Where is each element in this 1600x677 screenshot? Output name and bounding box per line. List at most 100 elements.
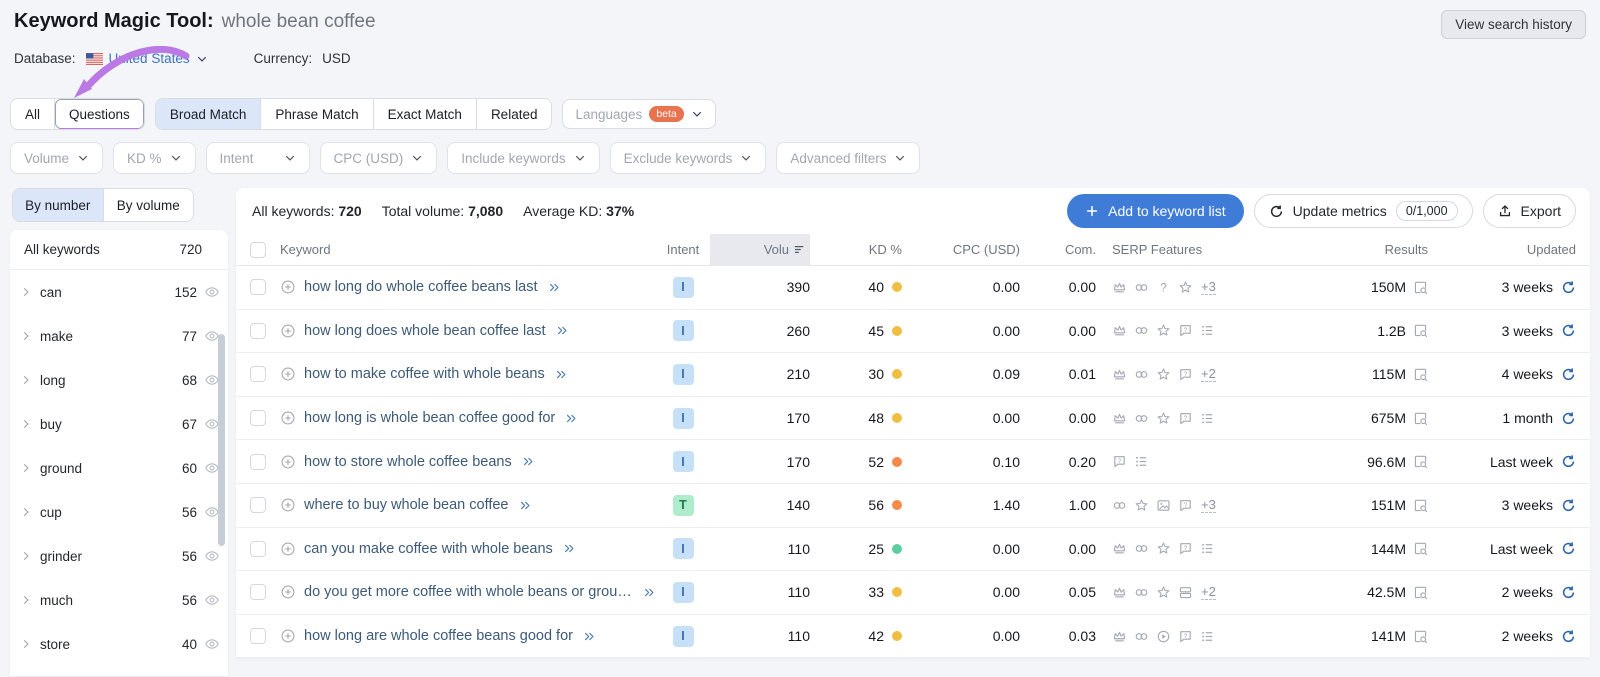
keyword-link[interactable]: how to make coffee with whole beans [304, 366, 545, 382]
chevron-right-icon[interactable] [20, 418, 32, 430]
tab-questions[interactable]: Questions [55, 99, 144, 129]
row-checkbox[interactable] [250, 628, 266, 644]
chevron-right-icon[interactable] [20, 330, 32, 342]
refresh-icon[interactable] [1561, 629, 1576, 644]
filter-include-keywords[interactable]: Include keywords [447, 142, 599, 174]
keyword-link[interactable]: where to buy whole bean coffee [304, 497, 509, 513]
row-checkbox[interactable] [250, 410, 266, 426]
double-arrow-icon[interactable] [643, 586, 656, 599]
keyword-group-item[interactable]: cup56 [10, 490, 228, 534]
row-checkbox[interactable] [250, 323, 266, 339]
keyword-link[interactable]: how long is whole bean coffee good for [304, 410, 555, 426]
plus-circle-icon[interactable] [280, 410, 296, 426]
row-checkbox[interactable] [250, 454, 266, 470]
serp-window-icon[interactable] [1413, 541, 1428, 556]
filter-kd-[interactable]: KD % [113, 142, 196, 174]
serp-window-icon[interactable] [1413, 585, 1428, 600]
tab-broad-match[interactable]: Broad Match [156, 99, 262, 129]
plus-circle-icon[interactable] [280, 497, 296, 513]
plus-circle-icon[interactable] [280, 279, 296, 295]
chevron-right-icon[interactable] [20, 374, 32, 386]
row-checkbox[interactable] [250, 497, 266, 513]
keyword-link[interactable]: can you make coffee with whole beans [304, 541, 553, 557]
plus-circle-icon[interactable] [280, 454, 296, 470]
chevron-right-icon[interactable] [20, 462, 32, 474]
chevron-right-icon[interactable] [20, 594, 32, 606]
tab-phrase-match[interactable]: Phrase Match [261, 99, 373, 129]
plus-circle-icon[interactable] [280, 366, 296, 382]
serp-window-icon[interactable] [1413, 280, 1428, 295]
filter-cpc-usd-[interactable]: CPC (USD) [320, 142, 438, 174]
eye-icon[interactable] [204, 636, 220, 652]
row-checkbox[interactable] [250, 584, 266, 600]
sort-toggle-by-number[interactable]: By number [13, 189, 103, 221]
serp-window-icon[interactable] [1413, 454, 1428, 469]
keyword-group-item[interactable]: can152 [10, 270, 228, 314]
refresh-icon[interactable] [1561, 280, 1576, 295]
serp-window-icon[interactable] [1413, 367, 1428, 382]
sort-toggle-by-volume[interactable]: By volume [103, 189, 194, 221]
select-all-checkbox[interactable] [250, 242, 266, 258]
chevron-right-icon[interactable] [20, 286, 32, 298]
refresh-icon[interactable] [1561, 498, 1576, 513]
double-arrow-icon[interactable] [519, 499, 532, 512]
double-arrow-icon[interactable] [548, 281, 561, 294]
refresh-icon[interactable] [1561, 541, 1576, 556]
filter-advanced-filters[interactable]: Advanced filters [776, 142, 920, 174]
keyword-group-item[interactable]: grinder56 [10, 534, 228, 578]
keyword-group-item[interactable]: long68 [10, 358, 228, 402]
serp-window-icon[interactable] [1413, 411, 1428, 426]
keyword-link[interactable]: how long does whole bean coffee last [304, 323, 546, 339]
eye-icon[interactable] [204, 592, 220, 608]
serp-more-badge[interactable]: +3 [1201, 279, 1216, 295]
refresh-icon[interactable] [1561, 323, 1576, 338]
double-arrow-icon[interactable] [555, 368, 568, 381]
refresh-icon[interactable] [1561, 454, 1576, 469]
update-metrics-button[interactable]: Update metrics 0/1,000 [1254, 194, 1473, 228]
filter-exclude-keywords[interactable]: Exclude keywords [610, 142, 767, 174]
serp-window-icon[interactable] [1413, 323, 1428, 338]
all-keywords-row[interactable]: All keywords 720 [10, 230, 228, 270]
serp-window-icon[interactable] [1413, 498, 1428, 513]
refresh-icon[interactable] [1561, 585, 1576, 600]
filter-intent[interactable]: Intent [206, 142, 310, 174]
serp-window-icon[interactable] [1413, 629, 1428, 644]
serp-more-badge[interactable]: +2 [1201, 366, 1216, 382]
tab-all[interactable]: All [11, 99, 55, 129]
row-checkbox[interactable] [250, 279, 266, 295]
refresh-icon[interactable] [1561, 411, 1576, 426]
keyword-link[interactable]: how to store whole coffee beans [304, 454, 512, 470]
keyword-group-item[interactable]: make77 [10, 314, 228, 358]
chevron-right-icon[interactable] [20, 506, 32, 518]
view-search-history-button[interactable]: View search history [1441, 10, 1586, 39]
double-arrow-icon[interactable] [522, 455, 535, 468]
eye-icon[interactable] [204, 548, 220, 564]
double-arrow-icon[interactable] [556, 324, 569, 337]
chevron-right-icon[interactable] [20, 550, 32, 562]
chevron-right-icon[interactable] [20, 638, 32, 650]
keyword-link[interactable]: how long are whole coffee beans good for [304, 628, 573, 644]
database-selector[interactable]: United States [86, 51, 208, 66]
languages-dropdown[interactable]: Languages beta [562, 99, 715, 129]
plus-circle-icon[interactable] [280, 541, 296, 557]
keyword-group-item[interactable]: buy67 [10, 402, 228, 446]
row-checkbox[interactable] [250, 366, 266, 382]
serp-more-badge[interactable]: +3 [1201, 497, 1216, 513]
export-button[interactable]: Export [1483, 194, 1576, 228]
filter-volume[interactable]: Volume [10, 142, 103, 174]
serp-more-badge[interactable]: +2 [1201, 584, 1216, 600]
col-volume[interactable]: Volu [710, 234, 810, 265]
plus-circle-icon[interactable] [280, 584, 296, 600]
keyword-link[interactable]: do you get more coffee with whole beans … [304, 584, 633, 600]
double-arrow-icon[interactable] [565, 412, 578, 425]
refresh-icon[interactable] [1561, 367, 1576, 382]
sidebar-scrollbar[interactable] [218, 334, 225, 546]
keyword-group-item[interactable]: ground60 [10, 446, 228, 490]
add-to-keyword-list-button[interactable]: Add to keyword list [1067, 194, 1244, 228]
tab-exact-match[interactable]: Exact Match [374, 99, 477, 129]
double-arrow-icon[interactable] [563, 542, 576, 555]
tab-related[interactable]: Related [477, 99, 552, 129]
keyword-group-item[interactable]: much56 [10, 578, 228, 622]
plus-circle-icon[interactable] [280, 323, 296, 339]
eye-icon[interactable] [204, 284, 220, 300]
